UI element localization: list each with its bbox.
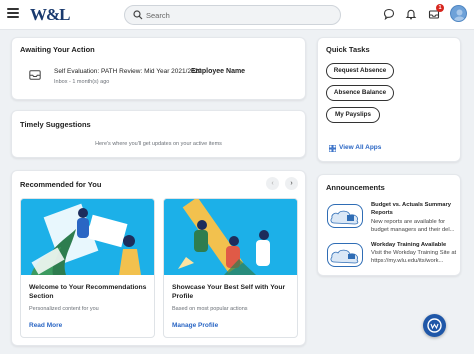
recommendation-title: Showcase Your Best Self with Your Profil… xyxy=(172,284,286,300)
card-title: Timely Suggestions xyxy=(20,120,91,129)
announcement-title[interactable]: Budget vs. Actuals Summary Reports xyxy=(371,201,458,217)
announcement-body: New reports are available for budget man… xyxy=(371,219,455,233)
recommendation-subtitle: Based on most popular actions xyxy=(172,306,248,312)
inbox-tray-icon xyxy=(29,70,41,80)
announcement-body: Visit the Workday Training Site at https… xyxy=(371,250,457,264)
awaiting-action-card: Awaiting Your Action Self Evaluation: PA… xyxy=(11,37,306,100)
card-title: Awaiting Your Action xyxy=(20,45,95,54)
recommendation-illustration xyxy=(164,199,297,275)
announcement-thumbnail[interactable] xyxy=(327,243,363,267)
announcement-title[interactable]: Workday Training Available xyxy=(371,241,458,249)
inbox-badge: 1 xyxy=(436,4,444,12)
recommendation-tile[interactable]: Showcase Your Best Self with Your Profil… xyxy=(163,198,298,338)
search-bar[interactable] xyxy=(124,5,341,25)
assistant-icon xyxy=(427,318,442,333)
recommendation-illustration xyxy=(21,199,154,275)
search-icon xyxy=(133,10,143,20)
recommendation-tile[interactable]: Welcome to Your Recommendations Section … xyxy=(20,198,155,338)
user-avatar-icon xyxy=(453,9,466,21)
grid-icon xyxy=(329,145,336,152)
wl-logo[interactable]: W&L xyxy=(30,5,70,25)
manage-profile-link[interactable]: Manage Profile xyxy=(172,322,218,329)
quick-tasks-card: Quick Tasks Request Absence Absence Bala… xyxy=(317,37,461,162)
carousel-prev-button[interactable]: ‹ xyxy=(266,177,279,190)
recommendation-title: Welcome to Your Recommendations Section xyxy=(29,284,147,300)
carousel-next-button[interactable]: › xyxy=(285,177,298,190)
task-title[interactable]: Self Evaluation: PATH Review: Mid Year 2… xyxy=(54,68,204,75)
absence-balance-button[interactable]: Absence Balance xyxy=(326,85,394,101)
task-assignee: Employee Name xyxy=(191,68,246,75)
card-title: Quick Tasks xyxy=(326,45,370,54)
search-input[interactable] xyxy=(146,7,336,23)
timely-suggestions-card: Timely Suggestions Here's where you'll g… xyxy=(11,110,306,158)
announcement-thumbnail[interactable] xyxy=(327,204,363,228)
help-assistant-button[interactable] xyxy=(423,314,446,337)
my-payslips-button[interactable]: My Payslips xyxy=(326,107,380,123)
card-title: Recommended for You xyxy=(20,180,102,189)
top-bar: W&L 1 xyxy=(0,0,474,30)
announcements-card: Announcements Budget vs. Actuals Summary… xyxy=(317,174,461,276)
request-absence-button[interactable]: Request Absence xyxy=(326,63,394,79)
hamburger-menu-icon[interactable] xyxy=(7,8,19,20)
card-title: Announcements xyxy=(326,183,385,192)
view-all-apps-link[interactable]: View All Apps xyxy=(339,144,381,151)
avatar[interactable] xyxy=(450,5,467,22)
empty-state-message: Here's where you'll get updates on your … xyxy=(95,141,222,147)
bell-icon[interactable] xyxy=(405,8,417,20)
recommended-card: Recommended for You ‹ › Welcome to Your … xyxy=(11,170,306,346)
task-meta: Inbox - 1 month(s) ago xyxy=(54,79,110,85)
recommendation-subtitle: Personalized content for you xyxy=(29,306,99,312)
read-more-link[interactable]: Read More xyxy=(29,322,62,329)
chat-icon[interactable] xyxy=(383,8,395,20)
